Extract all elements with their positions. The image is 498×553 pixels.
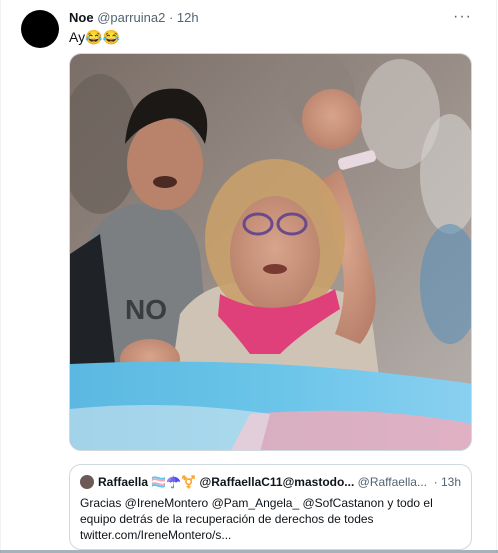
tweet-text: Ay😂😂 [69,29,120,45]
quoted-text: Gracias @IreneMontero @Pam_Angela_ @SofC… [80,495,465,543]
separator-dot: · [168,10,174,25]
tweet-photo[interactable]: NO [69,53,472,451]
quoted-header: Raffaella 🏳️‍⚧️☂️⚧️ @RaffaellaC11@mastod… [80,475,427,489]
quoted-author-name: Raffaella 🏳️‍⚧️☂️⚧️ [98,475,197,489]
quoted-author-handle-bold: @RaffaellaC11@mastodo... [199,475,355,489]
author-avatar[interactable] [21,10,59,48]
quoted-author-avatar [80,475,94,489]
author-handle[interactable]: @parruina2 [97,10,165,25]
quoted-body-text: Gracias @IreneMontero @Pam_Angela_ @SofC… [80,496,433,526]
author-name[interactable]: Noe [69,10,94,25]
quoted-author-handle: @Raffaella... [357,475,427,489]
svg-text:NO: NO [125,294,167,325]
quoted-time: · 13h [433,475,461,489]
tweet-time[interactable]: 12h [177,10,199,25]
quoted-link[interactable]: twitter.com/IreneMontero/s... [80,527,465,543]
tweet-card[interactable]: Noe @parruina2 · 12h ··· Ay😂😂 NO Raffael… [0,0,497,553]
protest-photo-illustration: NO [70,54,471,450]
quoted-tweet[interactable]: Raffaella 🏳️‍⚧️☂️⚧️ @RaffaellaC11@mastod… [69,464,472,550]
more-options-icon[interactable]: ··· [453,8,472,26]
tweet-header: Noe @parruina2 · 12h [69,10,199,26]
